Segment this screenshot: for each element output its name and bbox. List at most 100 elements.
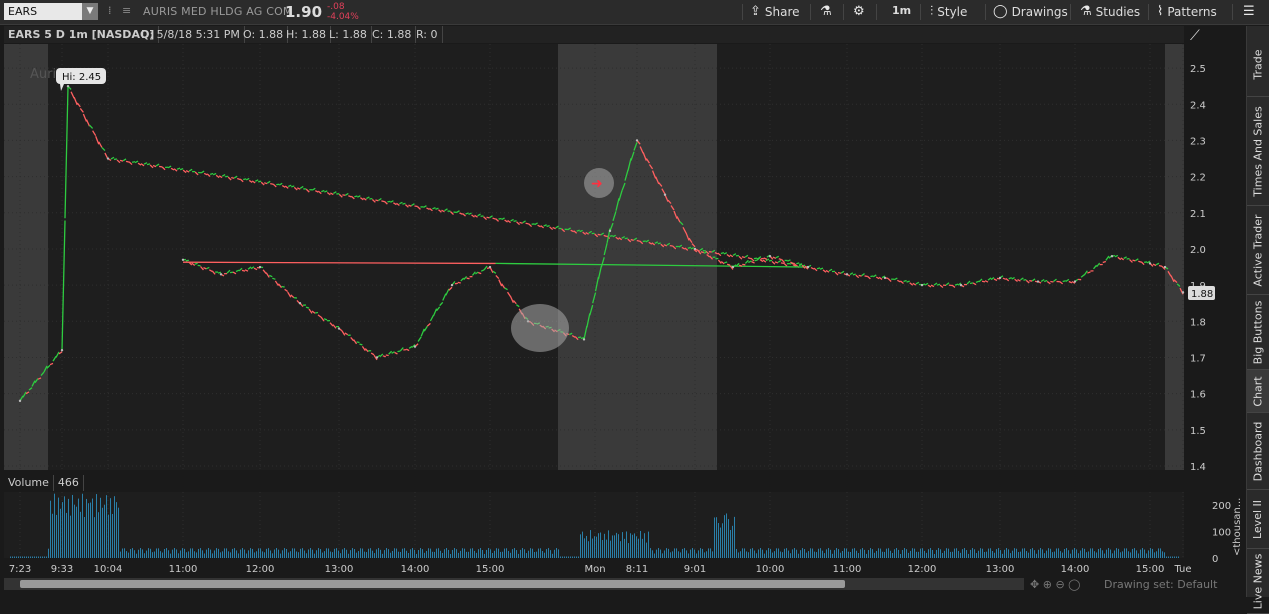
volume-bar xyxy=(42,557,43,559)
volume-bar xyxy=(692,548,693,558)
volume-bar xyxy=(402,549,403,558)
tab-big-buttons[interactable]: Big Buttons xyxy=(1247,295,1269,370)
volume-bar xyxy=(426,551,427,558)
volume-bar xyxy=(362,549,363,558)
volume-bar xyxy=(24,557,25,559)
volume-bar xyxy=(226,548,227,558)
price-chart[interactable]: 2.52.42.32.22.12.01.91.81.71.61.51.47:23… xyxy=(0,0,1246,597)
volume-bar xyxy=(812,549,813,558)
price-segment xyxy=(242,270,245,271)
volume-bar xyxy=(752,548,753,558)
volume-bar xyxy=(454,548,455,558)
volume-bar xyxy=(1072,550,1073,558)
volume-bar xyxy=(50,501,51,558)
volume-bar xyxy=(462,548,463,558)
volume-bar xyxy=(648,532,649,558)
volume-bar xyxy=(982,549,983,558)
volume-bar xyxy=(318,548,319,558)
tab-trade[interactable]: Trade xyxy=(1247,32,1269,97)
volume-bar xyxy=(292,548,293,558)
volume-bar xyxy=(358,551,359,558)
volume-bar xyxy=(654,554,655,558)
volume-bar xyxy=(466,552,467,558)
volume-bar xyxy=(762,550,763,558)
volume-bar xyxy=(1134,548,1135,558)
tab-live-news[interactable]: Live News xyxy=(1247,549,1269,614)
volume-bar xyxy=(64,496,65,558)
volume-bar xyxy=(1000,550,1001,558)
volume-bar xyxy=(370,548,371,558)
volume-bar xyxy=(506,548,507,558)
tab-active-trader[interactable]: Active Trader xyxy=(1247,206,1269,295)
volume-bar xyxy=(730,530,731,558)
volume-bar xyxy=(386,548,387,558)
price-segment xyxy=(610,236,613,237)
tab-label: Times And Sales xyxy=(1252,106,1265,196)
zoom-in-icon[interactable]: ⊕ xyxy=(1043,578,1052,591)
volume-bar xyxy=(380,550,381,558)
zoom-reset-icon[interactable]: ◯ xyxy=(1068,578,1080,591)
volume-bar xyxy=(1106,550,1107,558)
volume-bar xyxy=(98,512,99,558)
price-point xyxy=(921,284,923,286)
zoom-out-icon[interactable]: ⊖ xyxy=(1055,578,1064,591)
price-point xyxy=(1149,262,1151,264)
tab-label: Big Buttons xyxy=(1252,300,1265,364)
volume-bar xyxy=(584,538,585,558)
volume-bar xyxy=(1130,552,1131,558)
volume-bar xyxy=(570,557,571,559)
volume-bar xyxy=(416,554,417,558)
volume-bar xyxy=(672,551,673,558)
volume-bar xyxy=(474,551,475,558)
volume-bar xyxy=(374,553,375,558)
tab-level-ii[interactable]: Level II xyxy=(1247,490,1269,549)
volume-tick-label: 200 xyxy=(1212,501,1231,512)
highlight-circle[interactable] xyxy=(511,304,569,352)
tab-dashboard[interactable]: Dashboard xyxy=(1247,413,1269,490)
volume-bar xyxy=(1168,557,1169,559)
tab-times-and-sales[interactable]: Times And Sales xyxy=(1247,97,1269,206)
volume-bar xyxy=(1164,552,1165,558)
volume-bar xyxy=(556,548,557,558)
volume-bar xyxy=(248,550,249,558)
volume-bar xyxy=(786,548,787,558)
volume-bar xyxy=(598,533,599,558)
volume-bar xyxy=(1116,548,1117,558)
volume-bar xyxy=(898,550,899,558)
volume-bar xyxy=(770,549,771,558)
volume-bar xyxy=(158,548,159,558)
price-point xyxy=(583,338,585,340)
volume-bar xyxy=(1024,548,1025,558)
volume-bar xyxy=(1118,549,1119,558)
volume-bar xyxy=(922,548,923,558)
volume-bar xyxy=(734,517,735,558)
volume-bar xyxy=(852,549,853,558)
volume-bar xyxy=(490,549,491,558)
arrow-right-icon: ➜ xyxy=(591,176,603,192)
price-point xyxy=(884,277,886,279)
volume-bar xyxy=(774,551,775,558)
volume-bar xyxy=(338,551,339,558)
volume-bar xyxy=(802,548,803,558)
volume-bar xyxy=(200,548,201,558)
volume-bar xyxy=(508,551,509,558)
chart-settings-icon[interactable]: ⟋ xyxy=(1190,28,1200,44)
volume-bar xyxy=(676,548,677,558)
volume-bar xyxy=(668,549,669,558)
volume-bar xyxy=(540,548,541,558)
price-segment xyxy=(243,179,246,180)
volume-bar xyxy=(470,549,471,558)
volume-bar xyxy=(566,557,567,559)
tab-chart[interactable]: Chart xyxy=(1247,370,1269,413)
volume-bar xyxy=(728,519,729,558)
volume-bar xyxy=(1028,553,1029,558)
volume-bar xyxy=(296,551,297,558)
volume-bar xyxy=(366,552,367,558)
tab-label: Dashboard xyxy=(1252,421,1265,481)
pan-icon[interactable]: ✥ xyxy=(1030,578,1039,591)
volume-bar xyxy=(754,551,755,558)
volume-bar xyxy=(1120,552,1121,558)
price-segment xyxy=(282,287,285,288)
volume-bar xyxy=(422,549,423,558)
volume-bar xyxy=(910,551,911,558)
